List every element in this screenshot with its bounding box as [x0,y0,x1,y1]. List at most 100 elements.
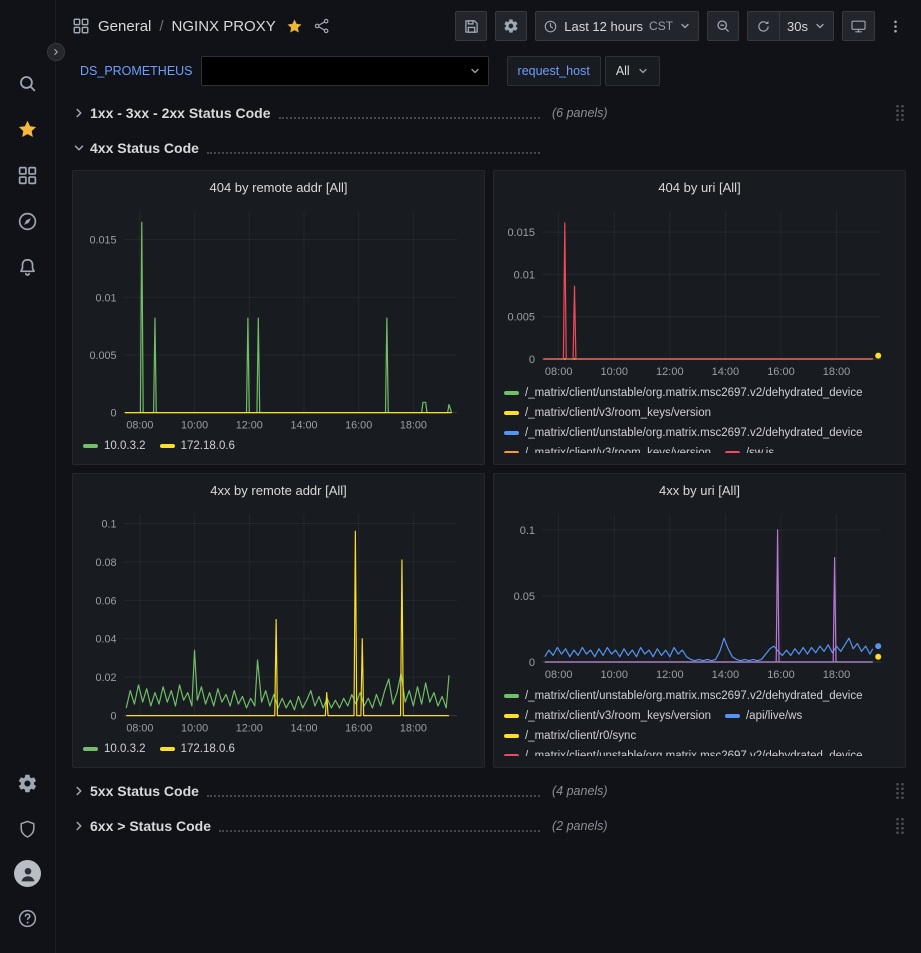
variable-label-request-host[interactable]: request_host [507,56,601,86]
chevron-right-icon [72,819,86,833]
dashboards-grid-icon[interactable] [72,17,90,35]
breadcrumb-separator: / [159,18,163,35]
topbar-actions: Last 12 hours CST 30s [455,11,907,41]
chart-legend: /_matrix/client/unstable/org.matrix.msc2… [504,688,895,756]
sidebar-item-help[interactable] [8,898,48,938]
refresh-interval-picker[interactable]: 30s [779,11,834,41]
legend-series-label: 10.0.3.2 [104,440,146,452]
legend-series-label: /_matrix/client/v3/room_keys/version [525,447,711,454]
legend-item[interactable]: 10.0.3.2 [83,438,146,453]
chart-legend: 10.0.3.2 172.18.0.6 [83,438,474,456]
refresh-interval-label: 30s [787,19,808,34]
zoom-out-time-button[interactable] [707,11,739,41]
sidebar-item-alerting[interactable] [8,247,48,287]
panel-title[interactable]: 404 by remote addr [All] [83,179,474,197]
sidebar-item-configuration[interactable] [8,763,48,803]
legend-item[interactable]: /_matrix/client/unstable/org.matrix.msc2… [504,748,863,756]
grafana-logo[interactable] [11,10,45,44]
chevron-right-icon [72,106,86,120]
svg-text:18:00: 18:00 [823,366,851,378]
svg-text:0.015: 0.015 [507,227,535,239]
timeseries-chart[interactable]: 08:0010:0012:0014:0016:0018:0000.020.040… [83,504,474,737]
legend-series-label: /sw.js [746,447,774,454]
gear-icon [17,773,38,794]
legend-item[interactable]: 172.18.0.6 [160,741,235,756]
legend-series-label: 10.0.3.2 [104,743,146,755]
sidebar-item-server-admin[interactable] [8,809,48,849]
chevron-down-icon [72,141,86,155]
legend-series-label: /_matrix/client/unstable/org.matrix.msc2… [525,387,863,399]
timeseries-chart[interactable]: 08:0010:0012:0014:0016:0018:0000.050.1 [504,504,895,684]
legend-series-label: /_matrix/client/unstable/org.matrix.msc2… [525,690,863,702]
svg-text:10:00: 10:00 [181,722,208,734]
breadcrumb-general[interactable]: General [98,18,151,35]
sidebar-item-starred[interactable] [8,109,48,149]
legend-item[interactable]: /_matrix/client/r0/sync [504,728,636,743]
timezone-label: CST [649,19,673,33]
row-1xx-3xx-2xx-status-code[interactable]: 1xx - 3xx - 2xx Status Code (6 panels) [72,100,906,126]
cycle-view-mode-button[interactable] [842,11,875,41]
panel-title[interactable]: 404 by uri [All] [504,179,895,197]
panel-4xx-by-remote-addr: 4xx by remote addr [All] 08:0010:0012:00… [72,473,485,768]
legend-item[interactable]: /_matrix/client/v3/room_keys/version [504,405,711,420]
legend-item[interactable]: /_matrix/client/v3/room_keys/version [504,708,711,723]
legend-series-color [504,411,519,415]
legend-series-color [504,431,519,435]
row-drag-handle[interactable] [895,104,905,122]
svg-text:14:00: 14:00 [290,419,317,431]
breadcrumb-dashboard-title[interactable]: NGINX PROXY [172,18,276,35]
legend-series-label: /_matrix/client/v3/room_keys/version [525,710,711,722]
legend-item[interactable]: 10.0.3.2 [83,741,146,756]
gear-icon [503,18,519,34]
more-options-button[interactable] [883,11,907,41]
svg-text:0: 0 [111,408,117,420]
legend-item[interactable]: /_matrix/client/unstable/org.matrix.msc2… [504,425,863,440]
row-drag-handle[interactable] [895,782,905,800]
legend-series-color [725,714,740,718]
sidebar-item-search[interactable] [8,63,48,103]
dashboard-settings-button[interactable] [495,11,527,41]
user-avatar[interactable] [14,860,41,887]
legend-item[interactable]: /_matrix/client/v3/room_keys/version [504,445,711,453]
person-icon [17,863,39,885]
sidebar-expand-toggle[interactable] [47,43,65,61]
legend-item[interactable]: /sw.js [725,445,774,453]
timeseries-chart[interactable]: 08:0010:0012:0014:0016:0018:0000.0050.01… [83,201,474,434]
sidebar-item-explore[interactable] [8,201,48,241]
favorite-star-icon[interactable] [286,18,303,35]
row-drag-handle[interactable] [895,817,905,835]
row-lead: 1xx - 3xx - 2xx Status Code [90,104,542,122]
sidebar-item-dashboards[interactable] [8,155,48,195]
legend-series-color [504,391,519,395]
refresh-button[interactable] [747,11,779,41]
refresh-group: 30s [747,11,834,41]
svg-text:16:00: 16:00 [345,722,372,734]
panel-4xx-by-uri: 4xx by uri [All] 08:0010:0012:0014:0016:… [493,473,906,768]
panel-title[interactable]: 4xx by uri [All] [504,482,895,500]
time-range-picker[interactable]: Last 12 hours CST [535,11,699,41]
row-dotted-line [279,105,540,119]
monitor-icon [850,18,867,35]
legend-item[interactable]: 172.18.0.6 [160,438,235,453]
legend-series-label: /api/live/ws [746,710,802,722]
breadcrumb: General / NGINX PROXY [98,18,276,35]
legend-item[interactable]: /api/live/ws [725,708,802,723]
variable-value-ds-prometheus[interactable] [201,56,489,86]
variable-value-request-host[interactable]: All [605,56,660,86]
svg-text:0: 0 [529,354,535,366]
panel-title[interactable]: 4xx by remote addr [All] [83,482,474,500]
legend-series-color [504,694,519,698]
legend-item[interactable]: /_matrix/client/unstable/org.matrix.msc2… [504,385,863,400]
save-dashboard-button[interactable] [455,11,487,41]
variable-label-ds-prometheus[interactable]: DS_PROMETHEUS [80,64,201,78]
share-button[interactable] [311,15,333,37]
row-6xx-status-code[interactable]: 6xx > Status Code (2 panels) [72,813,906,839]
row-5xx-status-code[interactable]: 5xx Status Code (4 panels) [72,778,906,804]
clock-icon [543,19,558,34]
chevron-right-icon [72,784,86,798]
timeseries-chart[interactable]: 08:0010:0012:0014:0016:0018:0000.0050.01… [504,201,895,381]
legend-item[interactable]: /_matrix/client/unstable/org.matrix.msc2… [504,688,863,703]
svg-text:18:00: 18:00 [400,419,427,431]
legend-series-label: /_matrix/client/r0/sync [525,730,636,742]
row-4xx-status-code[interactable]: 4xx Status Code [72,135,906,161]
